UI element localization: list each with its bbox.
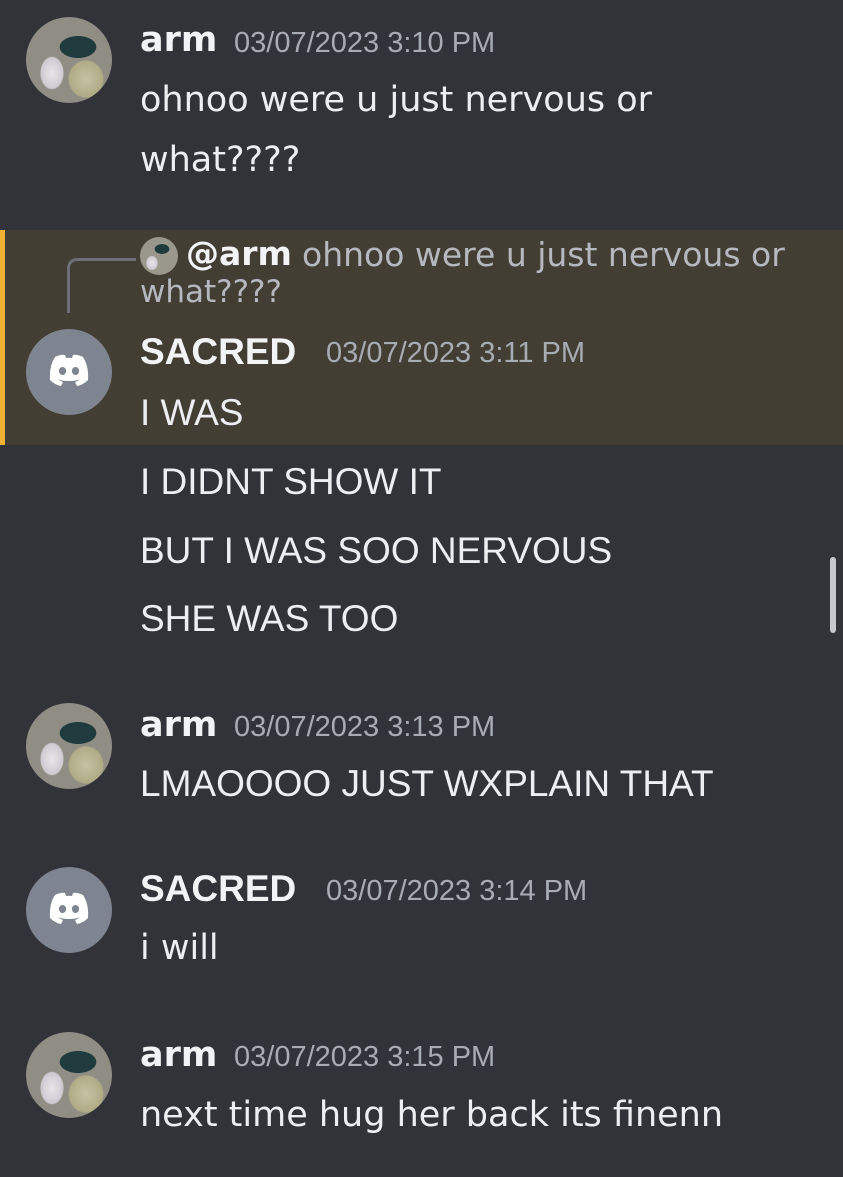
reply-preview-text[interactable]: ohnoo were u just nervous or [302, 235, 785, 274]
arm-avatar[interactable] [26, 17, 112, 103]
message-text: i will [140, 928, 219, 968]
mention-accent-bar [0, 230, 5, 445]
author-name[interactable]: SACRED [140, 331, 296, 373]
author-name[interactable]: arm [140, 705, 217, 745]
reply-preview-text[interactable]: what???? [140, 274, 282, 310]
timestamp: 03/07/2023 3:15 PM [234, 1041, 496, 1073]
message-text: what???? [140, 140, 301, 180]
scrollbar[interactable] [830, 557, 836, 633]
arm-avatar[interactable] [26, 1032, 112, 1118]
timestamp: 03/07/2023 3:13 PM [234, 711, 496, 743]
message-text: BUT I WAS SOO NERVOUS [140, 530, 613, 571]
message-text: I DIDNT SHOW IT [140, 461, 442, 502]
arm-avatar[interactable] [26, 703, 112, 789]
message-text: LMAOOOO JUST WXPLAIN THAT [140, 763, 714, 804]
reply-mention[interactable]: @arm [186, 234, 292, 273]
author-name[interactable]: SACRED [140, 868, 296, 910]
timestamp: 03/07/2023 3:11 PM [326, 337, 586, 369]
timestamp: 03/07/2023 3:10 PM [234, 27, 496, 59]
discord-logo-icon[interactable] [26, 867, 112, 953]
message-text: SHE WAS TOO [140, 598, 399, 639]
reply-connector-line [67, 258, 136, 313]
message-text: I WAS [140, 392, 244, 433]
discord-logo-icon[interactable] [26, 329, 112, 415]
message-text: next time hug her back its finenn [140, 1095, 724, 1135]
reply-avatar-icon [140, 237, 178, 275]
author-name[interactable]: arm [140, 1035, 217, 1075]
message-text: ohnoo were u just nervous or [140, 80, 653, 120]
author-name[interactable]: arm [140, 20, 217, 60]
timestamp: 03/07/2023 3:14 PM [326, 875, 588, 907]
